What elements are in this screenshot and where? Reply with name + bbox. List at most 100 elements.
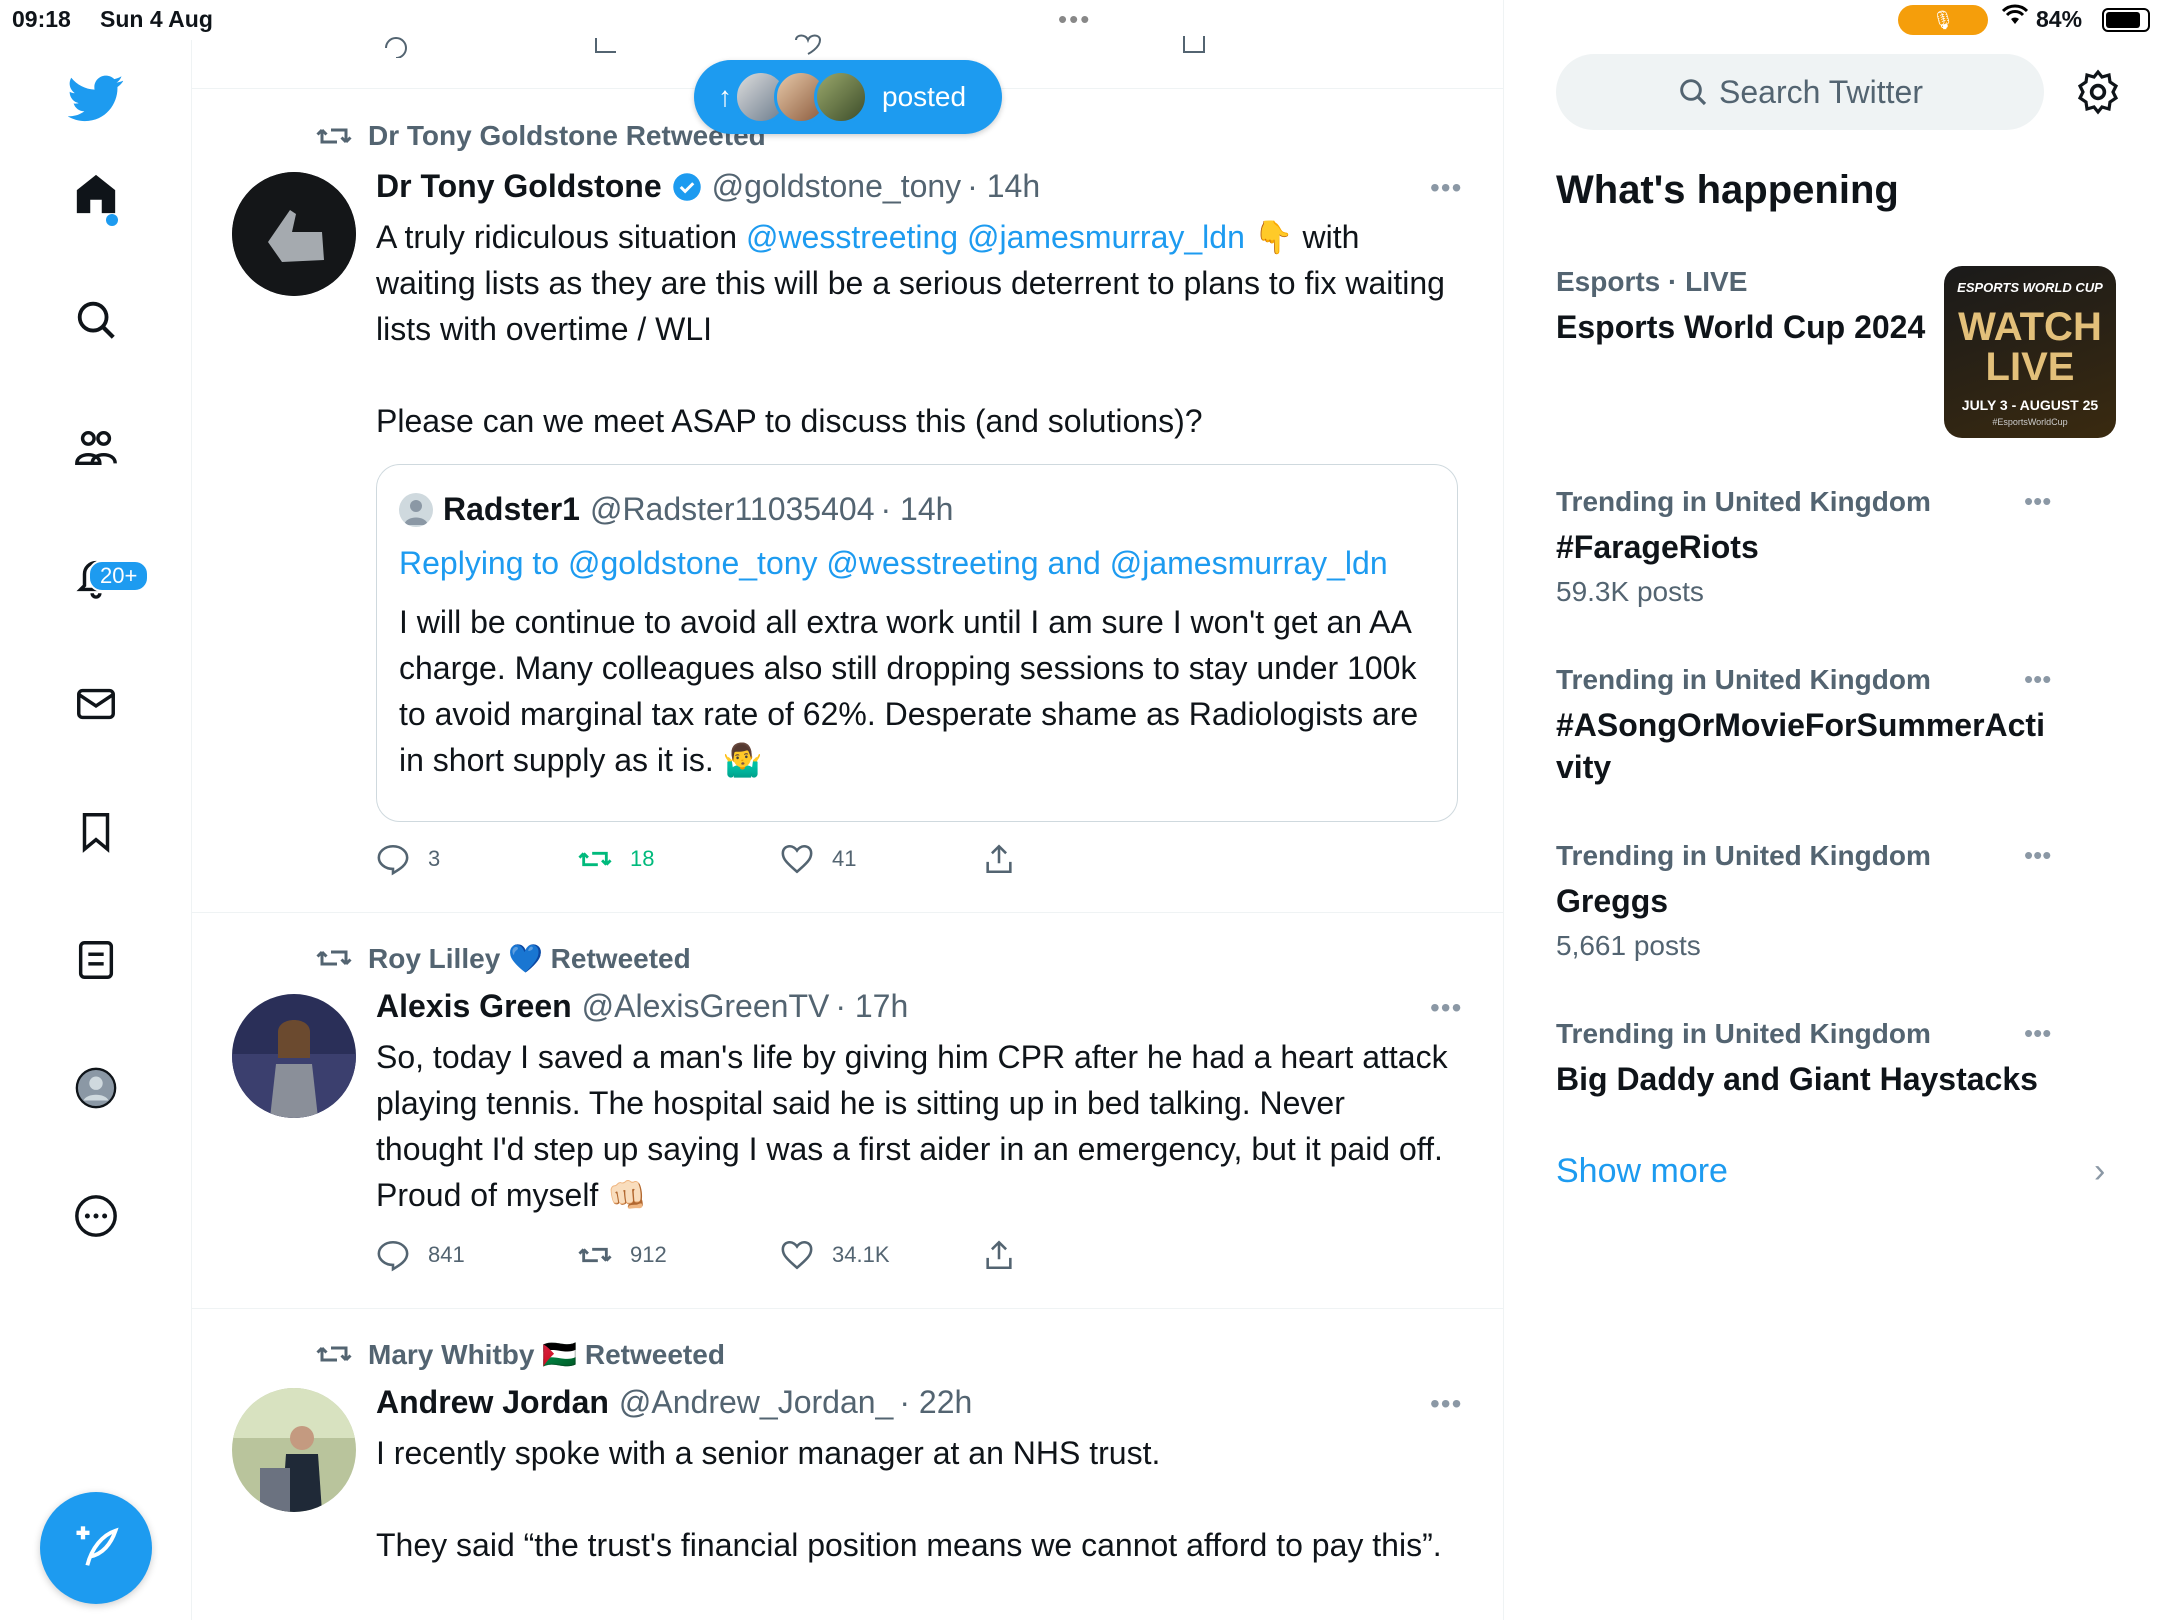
avatar (399, 492, 433, 527)
verified-badge-icon (672, 172, 701, 201)
retweeted-by-line: Dr Tony Goldstone Retweeted (316, 118, 766, 154)
show-more-link[interactable]: Show more (1556, 1152, 1728, 1191)
mention-link[interactable]: @wesstreeting @jamesmurray_ldn (746, 219, 1245, 255)
tweet[interactable]: Dr Tony Goldstone Retweeted Dr Tony Gold… (192, 88, 1503, 912)
trend-count: 59.3K posts (1556, 576, 1704, 607)
avatar (814, 70, 868, 124)
tweet-time[interactable]: · 17h (835, 988, 908, 1025)
tweet[interactable]: Roy Lilley 💙 Retweeted Alexis Green @Ale… (192, 912, 1503, 1308)
author-handle[interactable]: @Andrew_Jordan_ (619, 1384, 893, 1421)
home-icon[interactable] (66, 164, 126, 224)
reply-count: 3 (428, 846, 441, 871)
profile-avatar-icon[interactable] (66, 1058, 126, 1118)
tweet-text: So, today I saved a man's life by giving… (376, 1039, 1457, 1213)
quoted-author-name: Radster1 (443, 491, 580, 527)
retweeted-by-line: Mary Whitby 🇵🇸 Retweeted (316, 1336, 725, 1372)
retweeted-by-line: Roy Lilley 💙 Retweeted (316, 940, 691, 976)
like-button[interactable]: 41 (780, 842, 982, 876)
retweet-count: 18 (630, 846, 655, 871)
status-time: 09:18 (12, 6, 71, 32)
tweet-more-icon[interactable]: ••• (1430, 1388, 1462, 1420)
bookmark-icon[interactable] (66, 802, 126, 862)
trend-title: Esports World Cup 2024 (1556, 309, 1926, 345)
settings-gear-icon[interactable] (2074, 68, 2122, 116)
trend-item-esports[interactable]: Esports · LIVE Esports World Cup 2024 (1556, 266, 1936, 348)
like-count: 41 (832, 846, 857, 871)
trend-count: 5,661 posts (1556, 930, 1701, 961)
trend-title: Greggs (1556, 883, 1669, 919)
search-placeholder: Search Twitter (1719, 73, 1923, 110)
share-icon (986, 1240, 1012, 1270)
whats-happening-heading: What's happening (1556, 168, 1899, 212)
retweet-button[interactable]: 912 (578, 1238, 780, 1272)
communities-icon[interactable] (66, 418, 126, 478)
trend-title: #FarageRiots (1556, 529, 1759, 565)
esports-thumbnail[interactable]: ESPORTS WORLD CUP WATCH LIVE JULY 3 - AU… (1944, 266, 2116, 438)
microphone-indicator-icon: 🎙 (1898, 5, 1988, 35)
retweeted-by-text[interactable]: Roy Lilley 💙 Retweeted (368, 942, 691, 975)
trend-more-icon[interactable]: ••• (2024, 840, 2051, 871)
retweet-button[interactable]: 18 (578, 842, 780, 876)
retweet-icon (316, 1346, 352, 1362)
right-sidebar: Search Twitter What's happening Esports … (1504, 40, 2160, 1620)
tweet[interactable]: Mary Whitby 🇵🇸 Retweeted Andrew Jordan @… (192, 1308, 1503, 1620)
lists-icon[interactable] (66, 930, 126, 990)
trend-title: Big Daddy and Giant Haystacks (1556, 1061, 2038, 1097)
author-name[interactable]: Alexis Green (376, 988, 572, 1025)
compose-tweet-button[interactable] (40, 1492, 152, 1604)
sidebar-nav: 20+ (0, 40, 192, 1620)
quoted-author-handle: @Radster11035404 (589, 491, 875, 527)
avatar[interactable] (232, 994, 356, 1118)
author-name[interactable]: Dr Tony Goldstone (376, 168, 662, 205)
tweet-time[interactable]: · 22h (899, 1384, 972, 1421)
trend-more-icon[interactable]: ••• (2024, 486, 2051, 517)
reply-button[interactable]: 3 (376, 842, 578, 876)
new-posts-pill[interactable]: ↑ posted (694, 60, 1002, 134)
like-button[interactable]: 34.1K (780, 1238, 982, 1272)
author-name[interactable]: Andrew Jordan (376, 1384, 609, 1421)
tweet-actions: 3 18 41 (376, 842, 1184, 876)
avatar[interactable] (232, 172, 356, 296)
more-options-icon[interactable] (66, 1186, 126, 1246)
retweet-icon (578, 851, 612, 867)
search-input[interactable]: Search Twitter (1556, 54, 2044, 130)
trend-more-icon[interactable]: ••• (2024, 664, 2051, 695)
author-handle[interactable]: @AlexisGreenTV (582, 988, 830, 1025)
twitter-logo-icon[interactable] (66, 68, 126, 128)
feather-plus-icon (76, 1526, 119, 1566)
arrow-up-icon: ↑ (718, 81, 732, 112)
share-button[interactable] (982, 842, 1184, 876)
chevron-right-icon[interactable]: › (2094, 1152, 2105, 1191)
timeline[interactable]: ↑ posted Dr Tony Goldstone Retweeted Dr … (192, 0, 1504, 1620)
tweet-actions: 841 912 34.1K (376, 1238, 1184, 1272)
like-count: 34.1K (832, 1242, 890, 1267)
home-unread-dot (106, 214, 118, 226)
tweet-more-icon[interactable]: ••• (1430, 992, 1462, 1024)
avatar[interactable] (232, 1388, 356, 1512)
battery-icon (2102, 8, 2150, 32)
retweeted-by-text[interactable]: Mary Whitby 🇵🇸 Retweeted (368, 1338, 725, 1371)
tweet-more-icon[interactable]: ••• (1430, 172, 1462, 204)
quoted-tweet[interactable]: Radster1 @Radster11035404 · 14h Replying… (376, 464, 1458, 822)
reply-count: 841 (428, 1242, 465, 1267)
reply-button[interactable]: 841 (376, 1238, 578, 1272)
messages-envelope-icon[interactable] (66, 674, 126, 734)
retweet-icon (316, 128, 352, 144)
retweet-count: 912 (630, 1242, 667, 1267)
previous-tweet-actions (376, 28, 1376, 64)
tweet-time[interactable]: · 14h (967, 168, 1040, 205)
new-posts-label: posted (882, 81, 967, 112)
trend-meta: Esports · LIVE (1556, 266, 1748, 297)
share-button[interactable] (982, 1238, 1184, 1272)
trend-more-icon[interactable]: ••• (2024, 1018, 2051, 1049)
tweet-text: I recently spoke with a senior manager a… (376, 1435, 1442, 1563)
search-icon[interactable] (66, 290, 126, 350)
search-icon (1680, 79, 1707, 106)
retweet-icon (578, 1247, 612, 1263)
replying-to: Replying to @goldstone_tony @wesstreetin… (399, 545, 1388, 581)
reply-icon (377, 1240, 409, 1272)
heart-icon (781, 1240, 813, 1270)
author-handle[interactable]: @goldstone_tony (712, 168, 962, 205)
share-icon (986, 844, 1012, 874)
notifications-badge: 20+ (88, 560, 150, 592)
